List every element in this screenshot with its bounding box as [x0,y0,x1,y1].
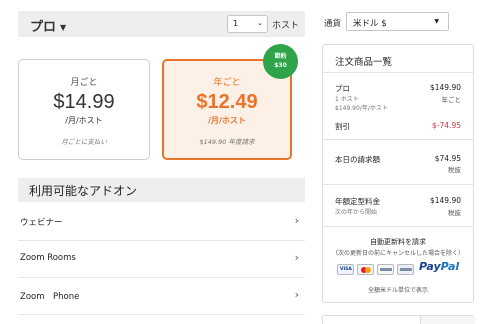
monthly-price: $14.99 [53,91,115,113]
addon-item-zoom-rooms[interactable]: Zoom Rooms › [18,240,305,278]
summary-discount-label: 割引 [335,122,350,131]
divider [323,184,473,185]
summary-recurring-sub: 次の年から開始 [335,209,378,216]
chevron-right-icon: › [294,214,299,227]
plan-bar: プロ ▼ 1 ⌄ ホスト [18,11,305,37]
addon-label: Zoom Phone [20,292,80,302]
divider [323,72,473,73]
host-count-select[interactable]: 1 ⌄ [227,15,268,33]
summary-plan-price: $149.90 [429,83,461,92]
summary-today-tax: 税抜 [448,166,461,174]
chevron-down-icon: ⌄ [257,19,263,27]
order-summary: 注文商品一覧 プロ 1 ホスト $149.90/年/ホスト $149.90 年ご… [322,44,474,303]
summary-recurring-tax: 税抜 [448,209,461,217]
mastercard-icon [357,264,374,275]
currency-select[interactable]: 米ドル $ ▼ [346,12,449,31]
chevron-right-icon: › [294,288,299,301]
addons-header: 利用可能なアドオン [18,178,305,202]
divider [323,139,473,140]
savings-badge-amount: $30 [274,62,287,69]
summary-plan-rate: $149.90/年/ホスト [335,105,388,112]
currency-label: 通貨 [324,19,342,29]
savings-badge-label: 節約 [274,53,287,60]
auto-renew-title: 自動更新料を請求 [370,238,426,246]
apply-coupon-button[interactable] [420,316,475,324]
summary-today-value: $74.95 [434,154,461,163]
host-label: ホスト [272,21,300,31]
discover-card-icon [397,264,414,275]
monthly-note: 月ごとに支払い [61,138,107,146]
order-summary-title: 注文商品一覧 [335,57,393,68]
addon-label: ウェビナー [20,218,63,228]
chevron-right-icon: › [294,251,299,264]
summary-plan-period: 年ごと [441,96,462,104]
savings-badge: 節約 $30 [263,44,298,79]
annual-unit: /月/ホスト [208,116,246,125]
chevron-down-icon: ▼ [434,18,439,25]
host-count-value: 1 [233,19,239,28]
annual-note: $149.90 年度請求 [199,138,255,146]
summary-plan-hosts: 1 ホスト [335,96,359,103]
monthly-unit: /月/ホスト [65,116,103,125]
plan-dropdown[interactable]: プロ ▼ [30,16,66,35]
summary-plan-name: プロ [335,84,350,93]
annual-price: $12.49 [196,91,258,113]
amex-card-icon [377,264,394,275]
visa-card-label: VISA [340,267,352,272]
summary-today-label: 本日の請求額 [335,155,380,164]
currency-note: 全額米ドル単位で表示 [367,287,428,294]
monthly-plan-card[interactable]: 月ごと $14.99 /月/ホスト 月ごとに支払い [18,59,150,160]
currency-value: 米ドル $ [353,19,387,29]
coupon-input-box[interactable] [322,315,475,324]
summary-discount-value: $-74.95 [432,121,461,130]
auto-renew-note: （次の更新日の前にキャンセルした場合を除く） [331,250,464,257]
monthly-period-label: 月ごと [70,78,98,88]
addon-item-webinar[interactable]: ウェビナー › [18,203,305,241]
addons-title: 利用可能なアドオン [29,184,138,198]
addon-label: Zoom Rooms [20,253,76,263]
visa-card-icon: VISA [337,264,354,275]
chevron-down-icon: ▼ [60,23,67,32]
paypal-logo: PayPal [419,260,460,273]
summary-recurring-label: 年額定型料金 [335,197,380,206]
summary-recurring-value: $149.90 [429,196,461,205]
addon-item-zoom-phone[interactable]: Zoom Phone › [18,277,305,315]
plan-name: プロ [30,20,57,35]
annual-period-label: 年ごと [213,78,241,88]
divider [323,226,473,227]
